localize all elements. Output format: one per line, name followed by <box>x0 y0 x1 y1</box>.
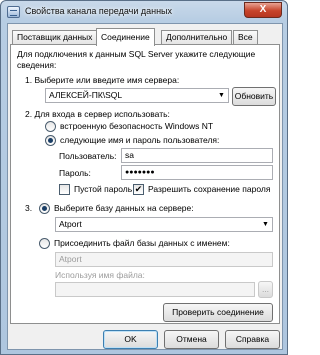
connection-panel: Для подключения к данным SQL Server укаж… <box>10 44 280 324</box>
help-button[interactable]: Справка <box>225 330 280 349</box>
logical-name-field[interactable] <box>55 282 255 297</box>
step2-label: 2. Для входа в сервер использовать: <box>25 109 170 119</box>
tab-connection[interactable]: Соединение <box>96 28 155 46</box>
chevron-down-icon[interactable]: ▼ <box>259 218 272 231</box>
tab-provider[interactable]: Поставщик данных <box>12 30 98 45</box>
save-password-label: Разрешить сохранение пароля <box>148 184 271 194</box>
attach-db-label: Присоединить файл базы данных с именем: <box>54 238 230 248</box>
server-name-combo[interactable]: АЛЕКСЕЙ-ПК\SQL ▼ <box>45 88 229 103</box>
test-connection-button[interactable]: Проверить соединение <box>163 303 273 322</box>
ok-button[interactable]: OK <box>103 330 158 349</box>
auth-windows-radio[interactable] <box>45 121 56 132</box>
select-db-radio[interactable] <box>39 203 50 214</box>
data-link-icon <box>7 6 20 18</box>
attach-file-field[interactable]: Atport <box>55 252 273 267</box>
browse-button[interactable]: ... <box>258 281 273 298</box>
dialog-window: Свойства канала передачи данных X Постав… <box>0 0 288 355</box>
window-title: Свойства канала передачи данных <box>25 6 173 16</box>
user-field[interactable]: sa <box>121 148 273 163</box>
password-label: Пароль: <box>59 168 91 178</box>
title-bar[interactable]: Свойства канала передачи данных X <box>1 1 287 23</box>
step3-label: 3. <box>25 203 33 213</box>
logical-name-label: Используя имя файла: <box>55 270 145 280</box>
chevron-down-icon[interactable]: ▼ <box>215 89 228 102</box>
attach-db-radio[interactable] <box>39 238 50 249</box>
user-label: Пользователь: <box>59 151 117 161</box>
tab-advanced[interactable]: Дополнительно <box>161 30 233 45</box>
refresh-button[interactable]: Обновить <box>232 87 276 106</box>
close-button[interactable]: X <box>244 2 282 18</box>
server-name-value: АЛЕКСЕЙ-ПК\SQL <box>49 90 123 100</box>
cancel-button[interactable]: Отмена <box>164 330 219 349</box>
database-value: Atport <box>59 219 82 229</box>
empty-password-checkbox[interactable] <box>59 184 70 195</box>
intro-text: Для подключения к данным SQL Server укаж… <box>17 49 256 70</box>
select-db-label: Выберите базу данных на сервере: <box>54 203 194 213</box>
auth-sql-label: следующие имя и пароль пользователя: <box>60 135 220 145</box>
save-password-checkbox[interactable]: ✔ <box>133 184 144 195</box>
password-field[interactable]: ●●●●●●● <box>121 165 273 180</box>
empty-password-label: Пустой пароль <box>74 184 133 194</box>
auth-sql-radio[interactable] <box>45 135 56 146</box>
tab-all[interactable]: Все <box>233 30 258 45</box>
step1-label: 1. Выберите или введите имя сервера: <box>25 75 180 85</box>
auth-windows-label: встроенную безопасность Windows NT <box>60 121 214 131</box>
dialog-client: Поставщик данных Соединение Дополнительн… <box>7 23 283 350</box>
database-combo[interactable]: Atport ▼ <box>55 217 273 232</box>
